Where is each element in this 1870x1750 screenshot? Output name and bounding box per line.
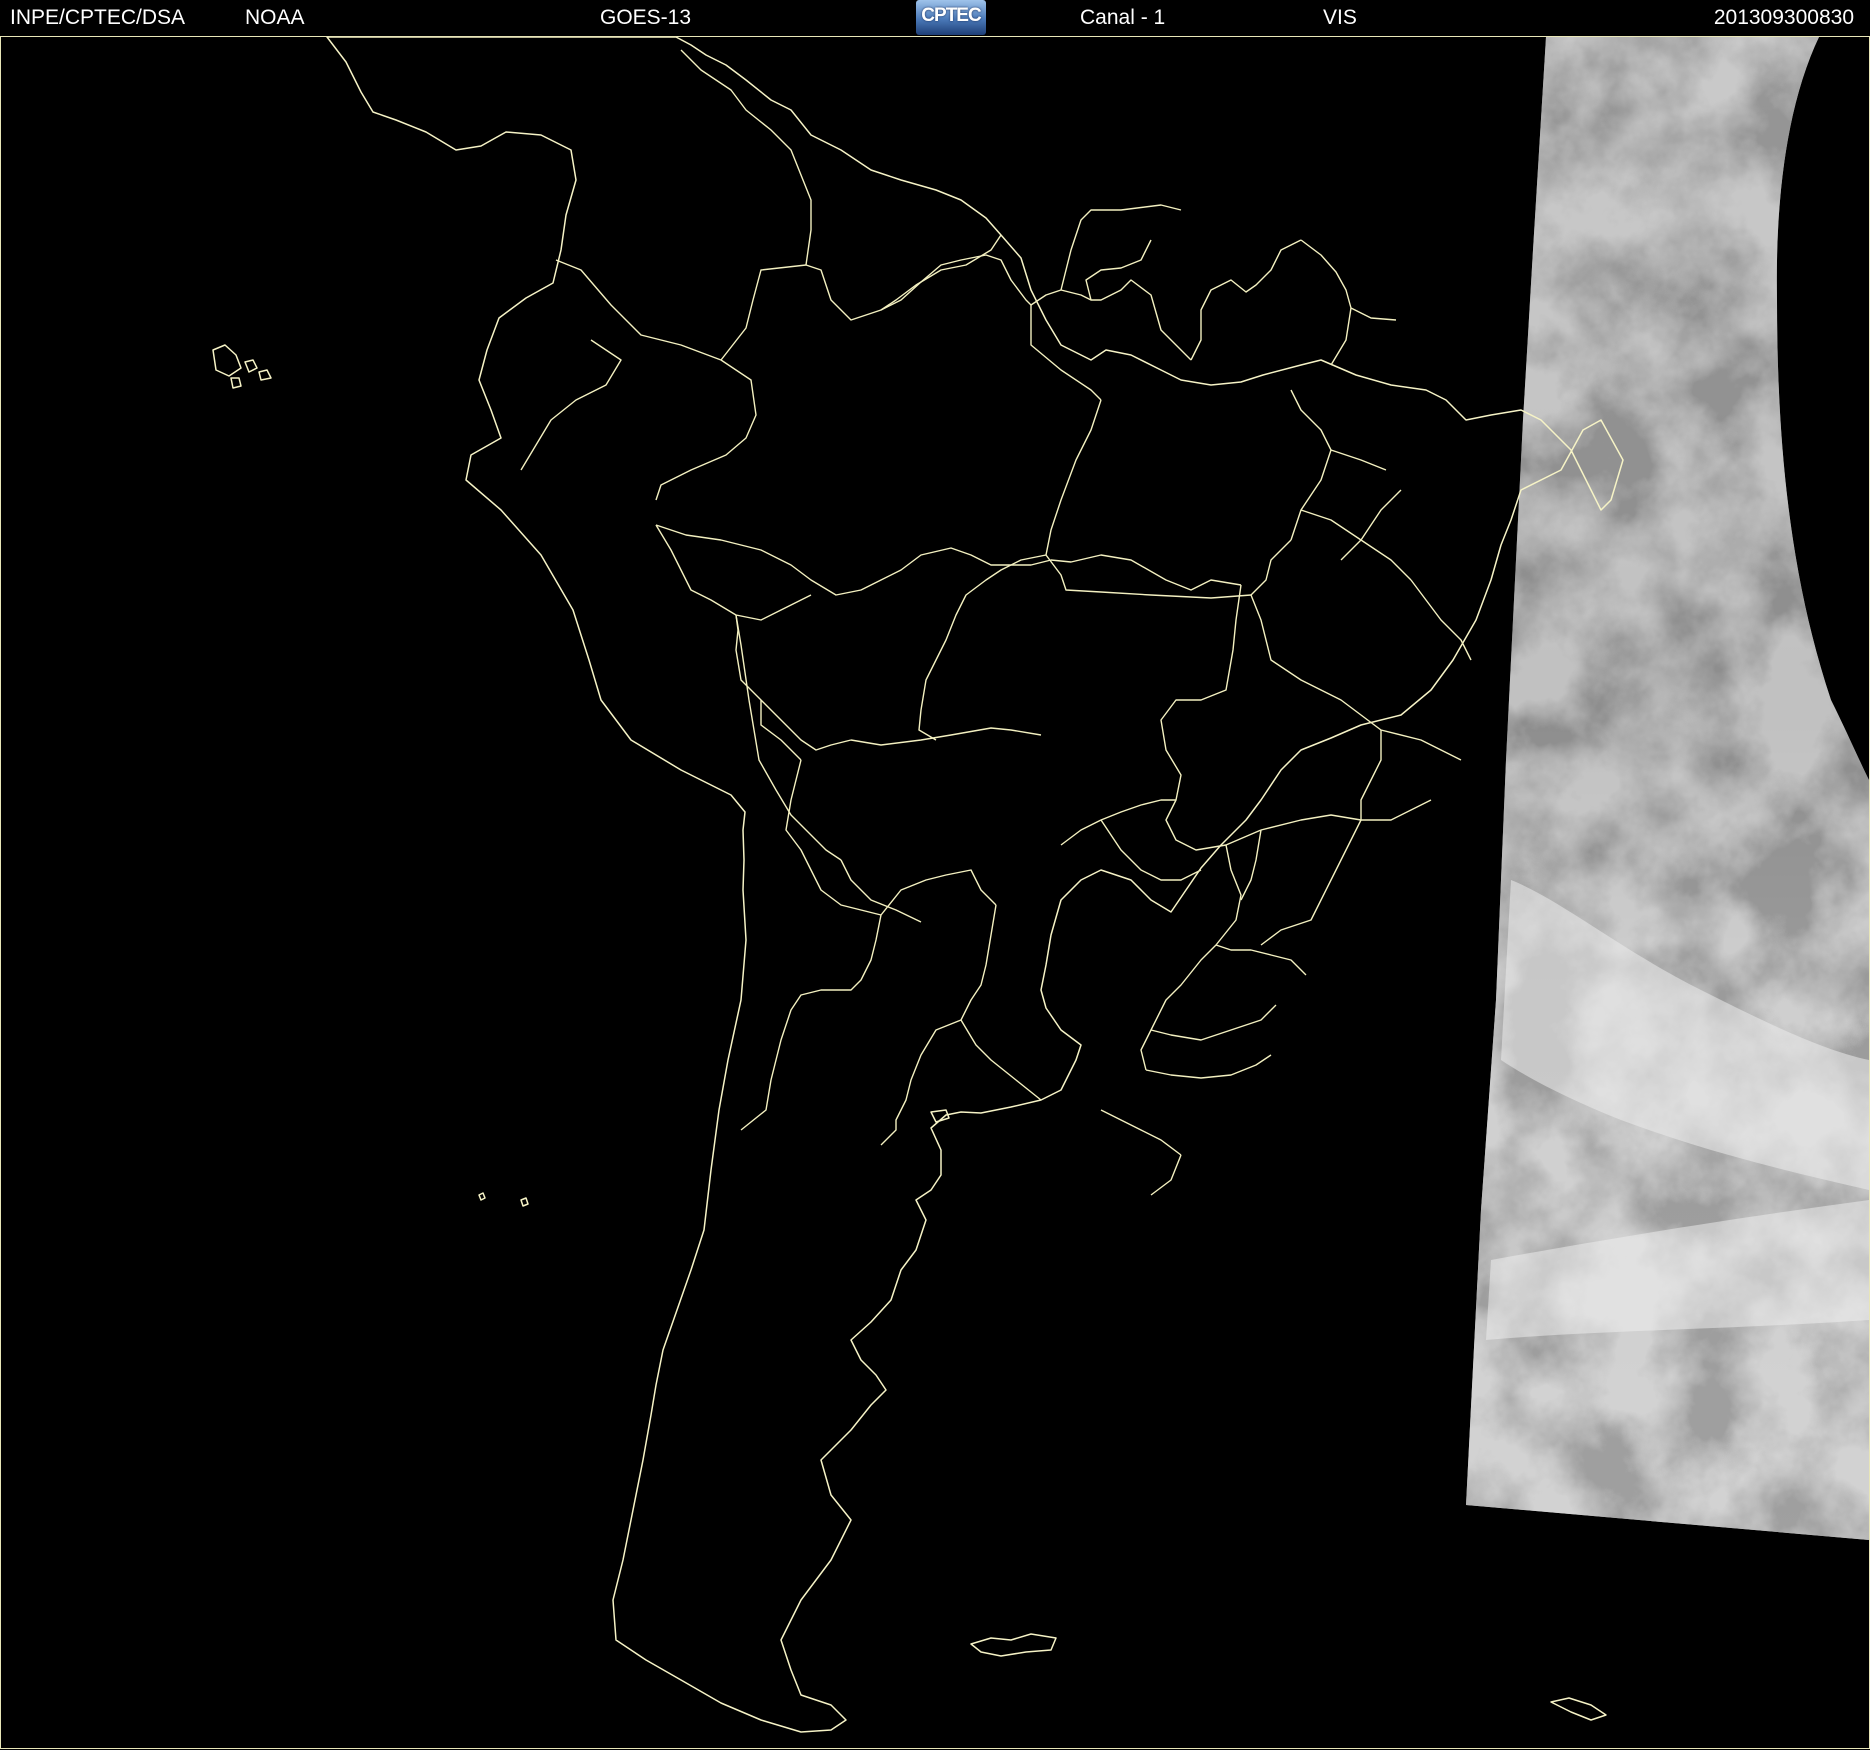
map-frame bbox=[0, 37, 1870, 1749]
cptec-logo-icon: CPTEC bbox=[916, 0, 986, 35]
timestamp-label: 201309300830 bbox=[1713, 6, 1854, 29]
band-label: VIS bbox=[1323, 6, 1357, 29]
agency-label: INPE/CPTEC/DSA bbox=[10, 6, 186, 29]
header-bar: INPE/CPTEC/DSA NOAA GOES-13 CPTEC Canal … bbox=[0, 0, 1870, 37]
cloud-imagery-swath bbox=[1466, 37, 1869, 1540]
political-borders bbox=[520, 49, 1472, 1196]
coastline bbox=[326, 37, 1624, 1733]
satellite-label: GOES-13 bbox=[600, 6, 692, 29]
source-label: NOAA bbox=[245, 6, 305, 29]
channel-label: Canal - 1 bbox=[1080, 6, 1166, 29]
satellite-map bbox=[212, 37, 1869, 1733]
islands bbox=[212, 344, 1607, 1721]
logo-text: CPTEC bbox=[921, 5, 981, 26]
